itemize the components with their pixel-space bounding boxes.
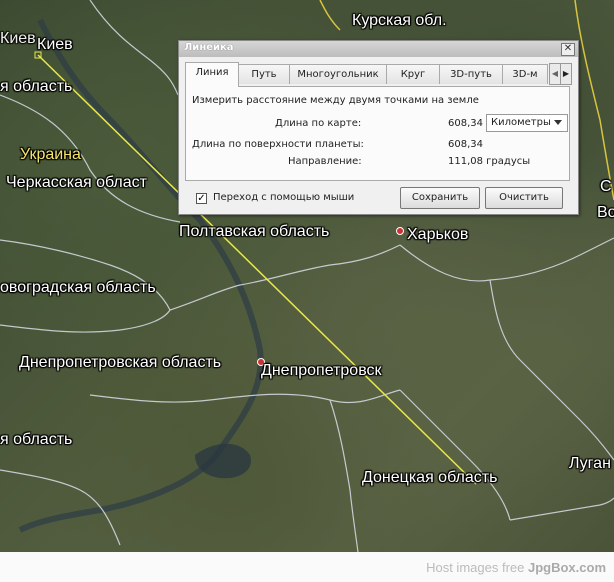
border-7	[399, 237, 614, 282]
tab-3d-path[interactable]: 3D-путь	[439, 64, 503, 84]
measure-description: Измерить расстояние между двумя точками …	[192, 95, 479, 106]
unit-dropdown[interactable]: Километры	[486, 114, 568, 132]
ruler-dialog: Линейка ✕ Линия Путь Многоугольник Круг …	[178, 40, 579, 215]
label-city-dnepropetrovsk: Днепропетровск	[261, 362, 382, 379]
label-country-ukraine: Украина	[20, 146, 81, 163]
city-marker-kharkov	[396, 227, 404, 235]
border-5	[0, 309, 171, 333]
reservoir	[195, 443, 251, 479]
label-donetsk-oblast: Донецкая область	[362, 469, 498, 486]
border-6	[89, 389, 401, 404]
map-length-label: Длина по карте:	[275, 118, 362, 129]
tab-scroller: ◀ ▶	[549, 63, 572, 85]
surface-length-value: 608,34	[448, 139, 483, 150]
tab-3d-polygon[interactable]: 3D-м	[502, 64, 548, 84]
border-4	[169, 244, 401, 311]
mouse-nav-checkbox[interactable]: ✓	[196, 193, 207, 204]
border-2	[89, 0, 179, 96]
close-icon[interactable]: ✕	[561, 43, 575, 56]
tab-panel-line: Измерить расстояние между двумя точками …	[185, 86, 570, 181]
label-kursk-oblast: Курская обл.	[352, 12, 447, 29]
tab-path[interactable]: Путь	[238, 64, 290, 84]
tab-bar: Линия Путь Многоугольник Круг 3D-путь 3D…	[185, 62, 572, 87]
tab-circle[interactable]: Круг	[386, 64, 440, 84]
label-city-kiev: Киев	[37, 36, 73, 53]
label-right-edge-2: Во	[597, 204, 614, 221]
border-11	[489, 279, 614, 461]
label-kiev-oblast: я область	[0, 78, 73, 95]
chevron-down-icon	[554, 120, 562, 125]
direction-label: Направление:	[288, 156, 362, 167]
unit-selected-value: Километры	[491, 117, 551, 128]
surface-length-label: Длина по поверхности планеты:	[192, 139, 364, 150]
label-poltava-oblast: Полтавская область	[179, 223, 330, 240]
clear-button[interactable]: Очистить	[485, 187, 563, 209]
tab-line[interactable]: Линия	[185, 62, 239, 87]
mouse-nav-label[interactable]: Переход с помощью мыши	[213, 192, 354, 203]
label-city-kharkov: Харьков	[407, 226, 469, 243]
map-length-value: 608,34	[448, 118, 483, 129]
label-dnepr-oblast: Днепропетровская область	[19, 354, 222, 371]
label-right-edge-1: С	[600, 178, 612, 195]
dialog-title: Линейка	[184, 42, 234, 53]
label-kirovograd-oblast: овоградская область	[0, 279, 156, 296]
border-8	[399, 389, 511, 521]
footer-bar: Host images free JpgBox.com	[0, 552, 614, 582]
footer-prefix: Host images free	[426, 560, 525, 575]
label-zapor-oblast: я область	[0, 431, 73, 448]
border-9	[509, 497, 614, 521]
label-city-kiev-left: Киев	[0, 30, 36, 47]
footer-watermark: Host images free JpgBox.com	[426, 560, 606, 575]
tab-polygon[interactable]: Многоугольник	[289, 64, 387, 84]
dialog-titlebar[interactable]: Линейка ✕	[179, 41, 578, 57]
label-city-lugansk: Луган	[569, 455, 611, 472]
direction-value: 111,08 градусы	[448, 156, 531, 167]
scroll-right-icon[interactable]: ▶	[560, 63, 572, 85]
border-3	[0, 239, 171, 311]
label-cherkasy-oblast: Черкасская област	[6, 174, 147, 191]
footer-brand[interactable]: JpgBox.com	[528, 560, 606, 575]
save-button[interactable]: Сохранить	[400, 187, 480, 209]
border-12	[329, 399, 359, 552]
